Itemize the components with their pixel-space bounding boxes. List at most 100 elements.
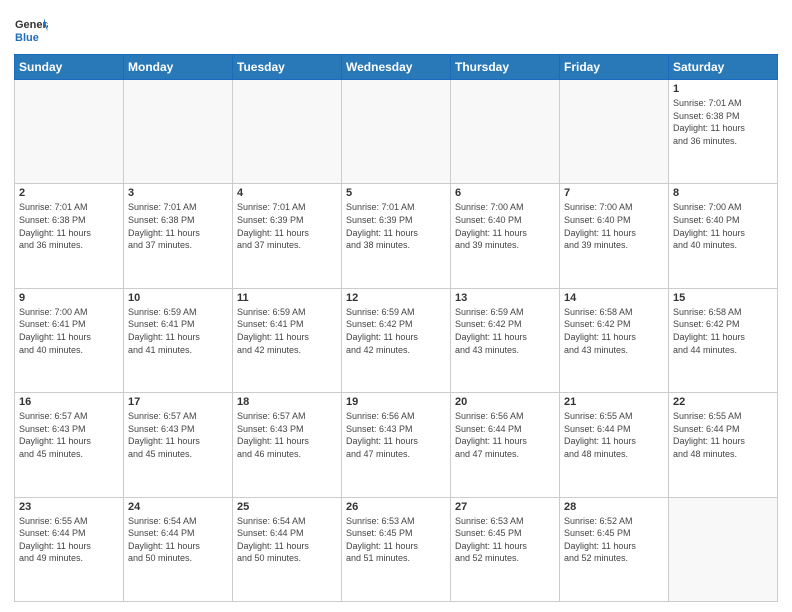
day-number: 24 <box>128 501 228 513</box>
day-number: 23 <box>19 501 119 513</box>
day-info: Sunrise: 6:54 AM Sunset: 6:44 PM Dayligh… <box>128 515 228 565</box>
calendar-cell: 5 Sunrise: 7:01 AM Sunset: 6:39 PM Daylig… <box>342 184 451 288</box>
logo-graphic: General Blue <box>14 14 48 48</box>
day-number: 22 <box>673 396 773 408</box>
calendar-cell: 23 Sunrise: 6:55 AM Sunset: 6:44 PM Dayli… <box>15 497 124 601</box>
day-info: Sunrise: 7:01 AM Sunset: 6:38 PM Dayligh… <box>128 201 228 251</box>
day-info: Sunrise: 6:55 AM Sunset: 6:44 PM Dayligh… <box>19 515 119 565</box>
calendar-cell: 6 Sunrise: 7:00 AM Sunset: 6:40 PM Daylig… <box>451 184 560 288</box>
day-info: Sunrise: 6:54 AM Sunset: 6:44 PM Dayligh… <box>237 515 337 565</box>
day-info: Sunrise: 7:00 AM Sunset: 6:41 PM Dayligh… <box>19 306 119 356</box>
day-info: Sunrise: 6:57 AM Sunset: 6:43 PM Dayligh… <box>128 410 228 460</box>
day-number: 21 <box>564 396 664 408</box>
day-info: Sunrise: 6:58 AM Sunset: 6:42 PM Dayligh… <box>673 306 773 356</box>
calendar-cell <box>124 80 233 184</box>
calendar-cell: 9 Sunrise: 7:00 AM Sunset: 6:41 PM Daylig… <box>15 288 124 392</box>
calendar-cell: 25 Sunrise: 6:54 AM Sunset: 6:44 PM Dayli… <box>233 497 342 601</box>
logo-container: General Blue <box>14 14 48 48</box>
calendar-cell: 8Sunrise: 7:00 AM Sunset: 6:40 PM Daylig… <box>669 184 778 288</box>
day-info: Sunrise: 6:57 AM Sunset: 6:43 PM Dayligh… <box>19 410 119 460</box>
calendar-cell: 11 Sunrise: 6:59 AM Sunset: 6:41 PM Dayli… <box>233 288 342 392</box>
calendar-cell: 13Sunrise: 6:59 AM Sunset: 6:42 PM Dayli… <box>451 288 560 392</box>
day-info: Sunrise: 6:57 AM Sunset: 6:43 PM Dayligh… <box>237 410 337 460</box>
calendar-cell: 28 Sunrise: 6:52 AM Sunset: 6:45 PM Dayli… <box>560 497 669 601</box>
calendar-cell: 14 Sunrise: 6:58 AM Sunset: 6:42 PM Dayli… <box>560 288 669 392</box>
calendar-cell: 20 Sunrise: 6:56 AM Sunset: 6:44 PM Dayli… <box>451 393 560 497</box>
calendar-cell: 17 Sunrise: 6:57 AM Sunset: 6:43 PM Dayli… <box>124 393 233 497</box>
day-number: 11 <box>237 292 337 304</box>
day-info: Sunrise: 6:58 AM Sunset: 6:42 PM Dayligh… <box>564 306 664 356</box>
day-info: Sunrise: 6:59 AM Sunset: 6:41 PM Dayligh… <box>237 306 337 356</box>
col-header-monday: Monday <box>124 55 233 80</box>
calendar-cell: 19Sunrise: 6:56 AM Sunset: 6:43 PM Dayli… <box>342 393 451 497</box>
calendar-cell: 24 Sunrise: 6:54 AM Sunset: 6:44 PM Dayli… <box>124 497 233 601</box>
day-info: Sunrise: 6:56 AM Sunset: 6:43 PM Dayligh… <box>346 410 446 460</box>
col-header-friday: Friday <box>560 55 669 80</box>
day-number: 25 <box>237 501 337 513</box>
day-number: 28 <box>564 501 664 513</box>
day-number: 26 <box>346 501 446 513</box>
day-info: Sunrise: 7:01 AM Sunset: 6:38 PM Dayligh… <box>673 97 773 147</box>
day-number: 15 <box>673 292 773 304</box>
week-row-3: 16 Sunrise: 6:57 AM Sunset: 6:43 PM Dayli… <box>15 393 778 497</box>
day-number: 9 <box>19 292 119 304</box>
col-header-thursday: Thursday <box>451 55 560 80</box>
day-info: Sunrise: 6:53 AM Sunset: 6:45 PM Dayligh… <box>346 515 446 565</box>
svg-text:Blue: Blue <box>15 32 39 44</box>
day-number: 18 <box>237 396 337 408</box>
calendar-cell: 15 Sunrise: 6:58 AM Sunset: 6:42 PM Dayli… <box>669 288 778 392</box>
day-info: Sunrise: 7:00 AM Sunset: 6:40 PM Dayligh… <box>455 201 555 251</box>
day-number: 27 <box>455 501 555 513</box>
day-number: 14 <box>564 292 664 304</box>
day-number: 16 <box>19 396 119 408</box>
header: General Blue <box>14 10 778 48</box>
day-info: Sunrise: 7:00 AM Sunset: 6:40 PM Dayligh… <box>564 201 664 251</box>
day-number: 3 <box>128 187 228 199</box>
day-info: Sunrise: 7:01 AM Sunset: 6:39 PM Dayligh… <box>237 201 337 251</box>
day-number: 5 <box>346 187 446 199</box>
calendar-cell <box>15 80 124 184</box>
week-row-1: 2 Sunrise: 7:01 AM Sunset: 6:38 PM Daylig… <box>15 184 778 288</box>
col-header-wednesday: Wednesday <box>342 55 451 80</box>
day-info: Sunrise: 6:59 AM Sunset: 6:42 PM Dayligh… <box>455 306 555 356</box>
calendar-cell: 1 Sunrise: 7:01 AM Sunset: 6:38 PM Daylig… <box>669 80 778 184</box>
calendar-cell: 22 Sunrise: 6:55 AM Sunset: 6:44 PM Dayli… <box>669 393 778 497</box>
day-info: Sunrise: 6:55 AM Sunset: 6:44 PM Dayligh… <box>673 410 773 460</box>
calendar-cell <box>233 80 342 184</box>
day-info: Sunrise: 6:59 AM Sunset: 6:42 PM Dayligh… <box>346 306 446 356</box>
day-number: 1 <box>673 83 773 95</box>
week-row-2: 9 Sunrise: 7:00 AM Sunset: 6:41 PM Daylig… <box>15 288 778 392</box>
calendar-cell: 26 Sunrise: 6:53 AM Sunset: 6:45 PM Dayli… <box>342 497 451 601</box>
calendar-cell: 7Sunrise: 7:00 AM Sunset: 6:40 PM Daylig… <box>560 184 669 288</box>
day-number: 10 <box>128 292 228 304</box>
calendar-cell: 21Sunrise: 6:55 AM Sunset: 6:44 PM Dayli… <box>560 393 669 497</box>
calendar-cell: 3 Sunrise: 7:01 AM Sunset: 6:38 PM Daylig… <box>124 184 233 288</box>
calendar-cell: 16 Sunrise: 6:57 AM Sunset: 6:43 PM Dayli… <box>15 393 124 497</box>
day-info: Sunrise: 6:59 AM Sunset: 6:41 PM Dayligh… <box>128 306 228 356</box>
day-info: Sunrise: 7:01 AM Sunset: 6:38 PM Dayligh… <box>19 201 119 251</box>
page: General Blue SundayMondayTuesdayWednesda… <box>0 0 792 612</box>
calendar-cell <box>669 497 778 601</box>
day-number: 17 <box>128 396 228 408</box>
calendar-cell: 27 Sunrise: 6:53 AM Sunset: 6:45 PM Dayli… <box>451 497 560 601</box>
calendar-cell: 4 Sunrise: 7:01 AM Sunset: 6:39 PM Daylig… <box>233 184 342 288</box>
calendar-cell <box>451 80 560 184</box>
day-number: 2 <box>19 187 119 199</box>
calendar-cell <box>342 80 451 184</box>
calendar-cell: 10 Sunrise: 6:59 AM Sunset: 6:41 PM Dayli… <box>124 288 233 392</box>
svg-text:General: General <box>15 19 48 31</box>
day-info: Sunrise: 6:56 AM Sunset: 6:44 PM Dayligh… <box>455 410 555 460</box>
logo: General Blue <box>14 14 48 48</box>
calendar: SundayMondayTuesdayWednesdayThursdayFrid… <box>14 54 778 602</box>
col-header-tuesday: Tuesday <box>233 55 342 80</box>
day-number: 8 <box>673 187 773 199</box>
day-info: Sunrise: 6:53 AM Sunset: 6:45 PM Dayligh… <box>455 515 555 565</box>
day-number: 6 <box>455 187 555 199</box>
calendar-cell <box>560 80 669 184</box>
day-number: 20 <box>455 396 555 408</box>
week-row-4: 23 Sunrise: 6:55 AM Sunset: 6:44 PM Dayli… <box>15 497 778 601</box>
day-info: Sunrise: 7:01 AM Sunset: 6:39 PM Dayligh… <box>346 201 446 251</box>
day-number: 4 <box>237 187 337 199</box>
day-info: Sunrise: 6:52 AM Sunset: 6:45 PM Dayligh… <box>564 515 664 565</box>
calendar-cell: 2 Sunrise: 7:01 AM Sunset: 6:38 PM Daylig… <box>15 184 124 288</box>
